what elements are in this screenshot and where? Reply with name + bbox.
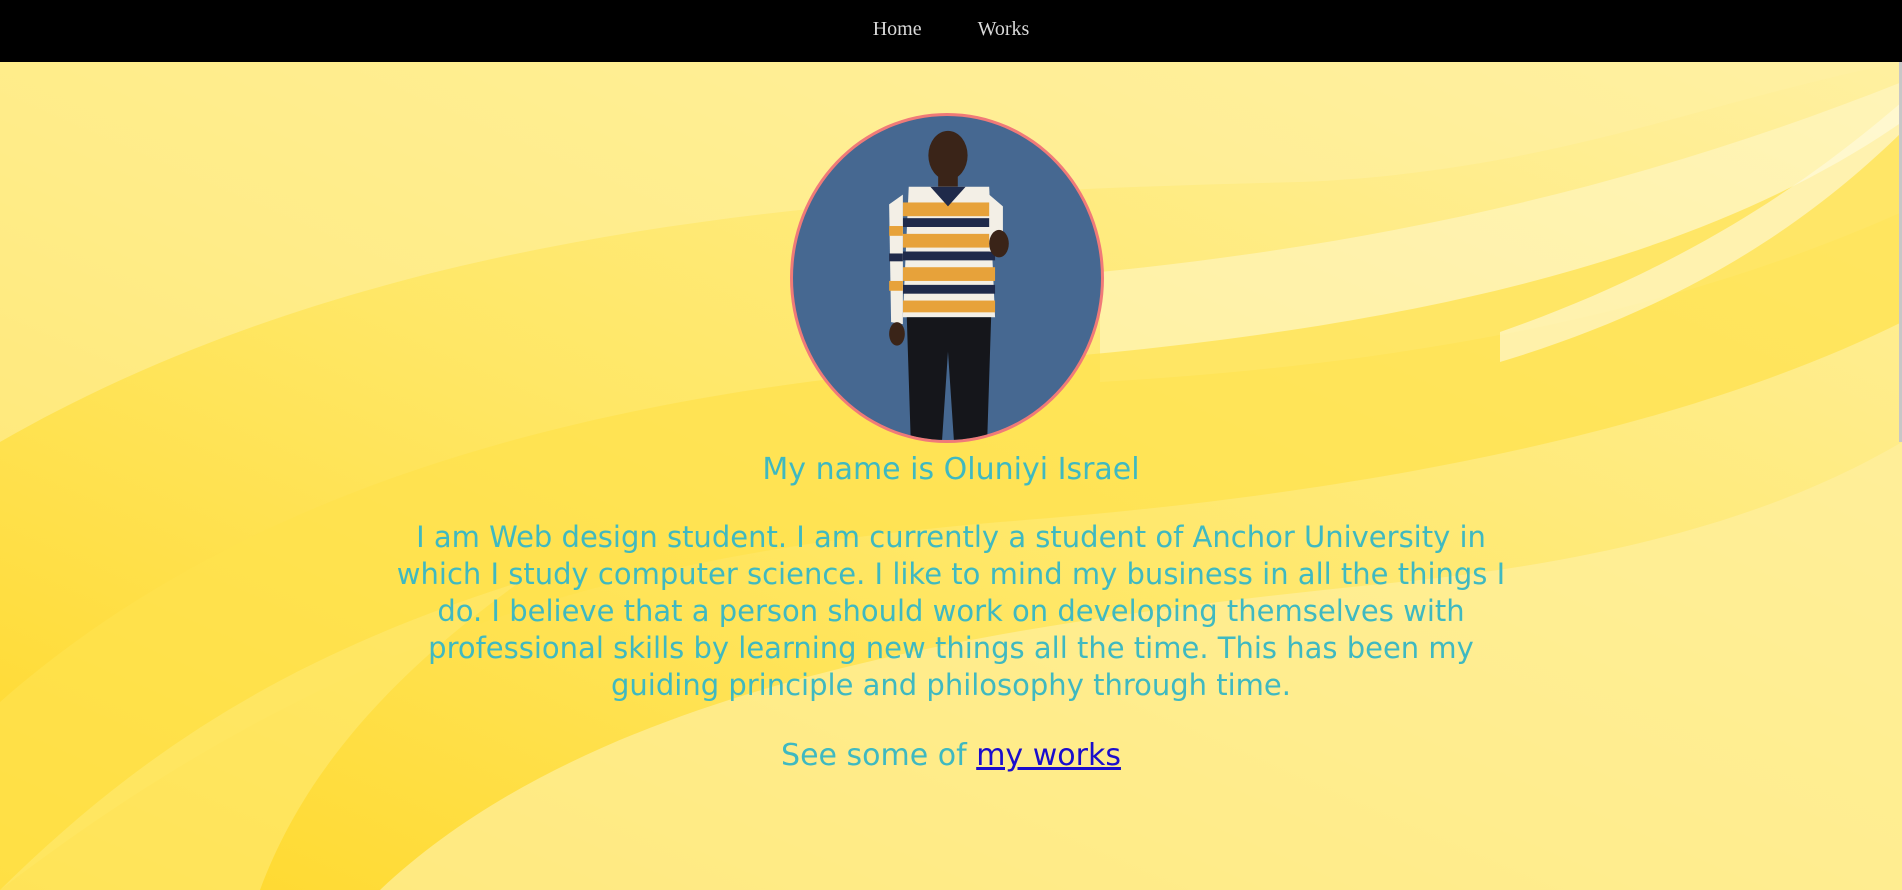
top-navbar: Home Works (0, 0, 1902, 62)
profile-bio: I am Web design student. I am currently … (396, 520, 1506, 702)
works-cta: See some of my works (0, 738, 1902, 773)
profile-photo (790, 113, 1104, 443)
profile-section: My name is Oluniyi Israel I am Web desig… (0, 62, 1902, 890)
nav-link-works[interactable]: Works (978, 18, 1030, 41)
page: Home Works My name is Oluniyi Israel I a… (0, 0, 1902, 890)
nav-link-home[interactable]: Home (873, 18, 922, 41)
person-photo-icon (889, 130, 1009, 440)
my-works-link[interactable]: my works (976, 738, 1121, 773)
cta-prefix: See some of (781, 738, 977, 773)
profile-headline: My name is Oluniyi Israel (762, 452, 1140, 487)
